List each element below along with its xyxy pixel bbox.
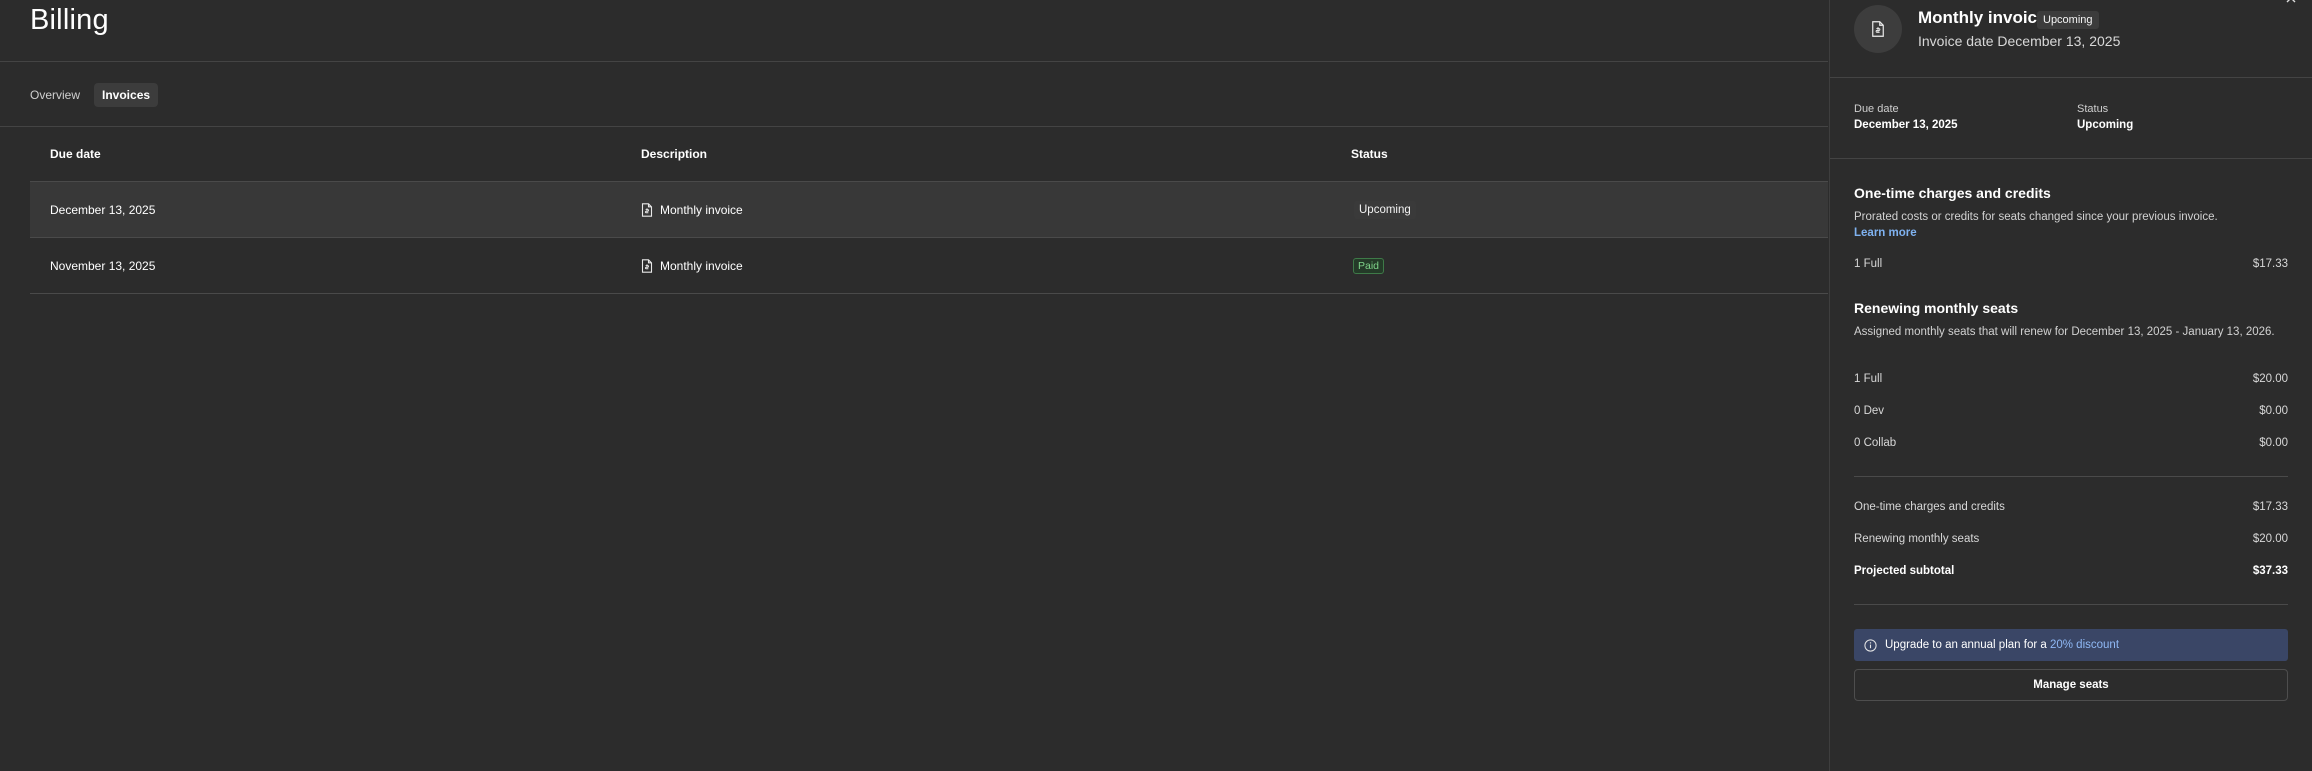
header-description: Description bbox=[641, 147, 708, 161]
row-description-label: Monthly invoice bbox=[660, 258, 743, 273]
line-item: 0 Collab $0.00 bbox=[1854, 437, 2288, 449]
status-value: Upcoming bbox=[2077, 119, 2134, 131]
subtotal-label: Projected subtotal bbox=[1854, 565, 1955, 577]
tab-invoices[interactable]: Invoices bbox=[94, 83, 159, 107]
header-status: Status bbox=[1351, 147, 1388, 161]
invoice-date: Invoice date December 13, 2025 bbox=[1918, 33, 2121, 49]
panel-divider bbox=[1830, 77, 2312, 78]
main-area: Billing Overview Invoices Due date Descr… bbox=[0, 0, 1828, 771]
tab-bar: Overview Invoices bbox=[22, 83, 159, 107]
one-time-desc-text: Prorated costs or credits for seats chan… bbox=[1854, 211, 2218, 223]
line-item-amount: $17.33 bbox=[2252, 258, 2288, 270]
summary-amount: $20.00 bbox=[2252, 533, 2288, 545]
panel-title: Monthly invoice bbox=[1918, 8, 2047, 27]
status-badge: Paid bbox=[1353, 257, 1385, 274]
panel-divider bbox=[1830, 158, 2312, 159]
summary-divider bbox=[1854, 604, 2288, 605]
line-item: 1 Full $20.00 bbox=[1854, 373, 2288, 385]
status-label: Status bbox=[2077, 103, 2109, 115]
renewing-title: Renewing monthly seats bbox=[1854, 300, 2019, 316]
due-date-value: December 13, 2025 bbox=[1854, 119, 1958, 131]
invoices-table: Due date Description Status December 13,… bbox=[30, 127, 1828, 294]
header-due-date: Due date bbox=[50, 147, 101, 161]
summary-amount: $17.33 bbox=[2252, 501, 2288, 513]
info-icon bbox=[1864, 638, 1877, 652]
upgrade-banner: Upgrade to an annual plan for a 20% disc… bbox=[1854, 629, 2288, 661]
subtotal-line: Projected subtotal $37.33 bbox=[1854, 565, 2288, 577]
line-item-amount: $0.00 bbox=[2259, 437, 2288, 449]
summary-divider bbox=[1854, 476, 2288, 477]
row-due-date: November 13, 2025 bbox=[50, 258, 156, 273]
line-item-label: 0 Dev bbox=[1854, 405, 1885, 417]
line-item-amount: $20.00 bbox=[2252, 373, 2288, 385]
one-time-description: Prorated costs or credits for seats chan… bbox=[1854, 209, 2289, 241]
summary-label: One-time charges and credits bbox=[1854, 501, 2005, 513]
status-badge: Upcoming bbox=[2037, 11, 2099, 29]
table-header: Due date Description Status bbox=[30, 127, 1828, 182]
tab-overview[interactable]: Overview bbox=[22, 83, 88, 107]
summary-label: Renewing monthly seats bbox=[1854, 533, 1980, 545]
one-time-title: One-time charges and credits bbox=[1854, 185, 2051, 201]
invoice-avatar bbox=[1854, 5, 1902, 53]
close-button[interactable] bbox=[2283, 0, 2301, 8]
manage-seats-button[interactable]: Manage seats bbox=[1854, 669, 2288, 701]
summary-line: One-time charges and credits $17.33 bbox=[1854, 501, 2288, 513]
header-divider bbox=[0, 61, 1828, 62]
row-status: Paid bbox=[1351, 257, 1828, 274]
line-item-label: 0 Collab bbox=[1854, 437, 1897, 449]
row-status: Upcoming bbox=[1351, 200, 1828, 219]
file-invoice-icon bbox=[641, 258, 653, 273]
learn-more-link[interactable]: Learn more bbox=[1854, 227, 1917, 239]
line-item: 0 Dev $0.00 bbox=[1854, 405, 2288, 417]
close-icon bbox=[2286, 0, 2296, 3]
line-item-amount: $0.00 bbox=[2259, 405, 2288, 417]
due-date-label: Due date bbox=[1854, 103, 1899, 115]
row-description: Monthly invoice bbox=[641, 259, 1351, 273]
discount-link[interactable]: 20% discount bbox=[2050, 639, 2119, 651]
status-badge: Upcoming bbox=[1354, 200, 1416, 219]
row-description-label: Monthly invoice bbox=[660, 202, 743, 217]
file-invoice-icon bbox=[1872, 21, 1884, 37]
table-row[interactable]: November 13, 2025 Monthly invoice Paid bbox=[30, 238, 1828, 294]
file-invoice-icon bbox=[641, 202, 653, 217]
invoice-detail-panel: Monthly invoice Upcoming Invoice date De… bbox=[1829, 0, 2312, 771]
line-item-label: 1 Full bbox=[1854, 258, 1883, 270]
renewing-description: Assigned monthly seats that will renew f… bbox=[1854, 326, 2275, 338]
table-row[interactable]: December 13, 2025 Monthly invoice Upcomi… bbox=[30, 182, 1828, 238]
row-due-date: December 13, 2025 bbox=[50, 202, 156, 217]
subtotal-amount: $37.33 bbox=[2252, 565, 2288, 577]
upgrade-text: Upgrade to an annual plan for a 20% disc… bbox=[1885, 639, 2119, 651]
row-description: Monthly invoice bbox=[641, 203, 1351, 217]
summary-line: Renewing monthly seats $20.00 bbox=[1854, 533, 2288, 545]
line-item: 1 Full $17.33 bbox=[1854, 258, 2288, 270]
upgrade-message: Upgrade to an annual plan for a bbox=[1885, 639, 2047, 651]
page-title: Billing bbox=[30, 4, 109, 36]
line-item-label: 1 Full bbox=[1854, 373, 1883, 385]
